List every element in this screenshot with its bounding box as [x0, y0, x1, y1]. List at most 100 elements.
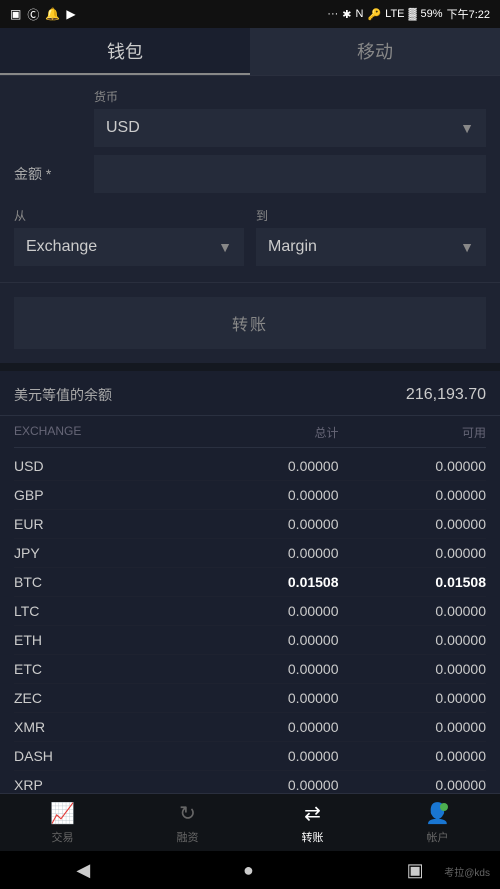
td-available: 0.00000: [339, 545, 487, 561]
td-total: 0.00000: [191, 487, 339, 503]
td-total: 0.00000: [191, 690, 339, 706]
td-available: 0.00000: [339, 632, 487, 648]
back-button[interactable]: ◀: [76, 860, 90, 881]
currency-chevron-icon: ▼: [460, 120, 474, 136]
td-available: 0.00000: [339, 748, 487, 764]
currency-row: 货币 USD ▼: [14, 88, 486, 147]
play-icon: ▶: [66, 7, 75, 21]
recent-button[interactable]: ▣: [407, 860, 424, 881]
td-available: 0.00000: [339, 661, 487, 677]
td-currency: ETH: [14, 632, 191, 648]
balance-value: 216,193.70: [406, 386, 486, 404]
section-divider: [0, 363, 500, 371]
table-row[interactable]: GBP0.000000.00000: [14, 481, 486, 510]
time-display: 下午7:22: [447, 6, 490, 22]
bell-icon: 🔔: [45, 7, 60, 21]
nav-label-account: 帐户: [427, 829, 449, 845]
table-row[interactable]: JPY0.000000.00000: [14, 539, 486, 568]
divider-line: [0, 415, 500, 416]
system-nav: ◀ ● ▣ 考拉@kds: [0, 851, 500, 889]
table-row[interactable]: USD0.000000.00000: [14, 452, 486, 481]
table-row[interactable]: EUR0.000000.00000: [14, 510, 486, 539]
nav-label-trade: 交易: [52, 829, 74, 845]
td-total: 0.00000: [191, 661, 339, 677]
td-total: 0.00000: [191, 632, 339, 648]
from-label: 从: [14, 207, 244, 224]
td-available: 0.00000: [339, 719, 487, 735]
watermark: 考拉@kds: [444, 864, 490, 879]
nfc-icon: N: [356, 8, 364, 20]
td-available: 0.00000: [339, 690, 487, 706]
nav-item-trade[interactable]: 📈 交易: [0, 794, 125, 851]
balance-section: 美元等值的余额 216,193.70: [0, 371, 500, 413]
tab-wallet[interactable]: 钱包: [0, 28, 250, 75]
key-icon: 🔑: [367, 8, 381, 21]
top-tab-bar: 钱包 移动: [0, 28, 500, 76]
battery-icon: ▓: [409, 8, 417, 20]
home-button[interactable]: ●: [243, 860, 254, 881]
to-column: 到 Margin ▼: [256, 207, 486, 266]
currency-label: 货币: [94, 88, 356, 105]
td-total: 0.00000: [191, 545, 339, 561]
td-total: 0.01508: [191, 574, 339, 590]
td-currency: ETC: [14, 661, 191, 677]
td-currency: EUR: [14, 516, 191, 532]
table-row[interactable]: XMR0.000000.00000: [14, 713, 486, 742]
to-select[interactable]: Margin ▼: [256, 228, 486, 266]
nav-label-transfer: 转账: [302, 829, 324, 845]
td-available: 0.00000: [339, 777, 487, 793]
th-available: 可用: [339, 424, 487, 441]
th-total: 总计: [191, 424, 339, 441]
td-available: 0.01508: [339, 574, 487, 590]
td-total: 0.00000: [191, 748, 339, 764]
signal-icon: LTE: [385, 8, 404, 20]
table-row[interactable]: DASH0.000000.00000: [14, 742, 486, 771]
td-currency: XMR: [14, 719, 191, 735]
app-icon: ▣: [10, 7, 21, 21]
td-total: 0.00000: [191, 458, 339, 474]
currency-value: USD: [106, 119, 140, 137]
td-currency: ZEC: [14, 690, 191, 706]
nav-item-transfer[interactable]: ⇄ 转账: [250, 794, 375, 851]
td-currency: BTC: [14, 574, 191, 590]
transfer-form: 货币 USD ▼ 金额 * 从 Exchange ▼ 到 Margin ▼: [0, 76, 500, 282]
status-bar: ▣ Ⓒ 🔔 ▶ ··· ✱ N 🔑 LTE ▓ 59% 下午7:22: [0, 0, 500, 28]
clock-icon: Ⓒ: [27, 6, 39, 23]
th-exchange-label: EXCHANGE: [14, 424, 191, 441]
table-row[interactable]: ZEC0.000000.00000: [14, 684, 486, 713]
td-currency: XRP: [14, 777, 191, 793]
amount-input[interactable]: [106, 165, 474, 183]
status-right-icons: ··· ✱ N 🔑 LTE ▓ 59% 下午7:22: [327, 6, 490, 22]
from-select[interactable]: Exchange ▼: [14, 228, 244, 266]
tab-mobile[interactable]: 移动: [250, 28, 500, 75]
transfer-button[interactable]: 转账: [14, 297, 486, 349]
currency-table: EXCHANGE 总计 可用 USD0.000000.00000GBP0.000…: [0, 418, 500, 800]
status-left-icons: ▣ Ⓒ 🔔 ▶: [10, 6, 76, 23]
transfer-button-section: 转账: [0, 282, 500, 363]
table-row[interactable]: ETC0.000000.00000: [14, 655, 486, 684]
amount-label: 金额 *: [14, 164, 94, 184]
bluetooth-icon: ✱: [342, 8, 351, 21]
balance-label: 美元等值的余额: [14, 385, 112, 405]
finance-icon: ↻: [179, 801, 196, 826]
td-total: 0.00000: [191, 603, 339, 619]
td-available: 0.00000: [339, 487, 487, 503]
amount-input-wrapper: [94, 155, 486, 193]
trade-icon: 📈: [50, 801, 75, 826]
dots-icon: ···: [327, 8, 338, 20]
nav-item-account[interactable]: 👤 帐户: [375, 794, 500, 851]
account-icon-wrap: 👤: [425, 801, 450, 826]
table-row[interactable]: LTC0.000000.00000: [14, 597, 486, 626]
currency-select[interactable]: USD ▼: [94, 109, 486, 147]
table-header: EXCHANGE 总计 可用: [14, 418, 486, 448]
table-row[interactable]: ETH0.000000.00000: [14, 626, 486, 655]
bottom-nav: 📈 交易 ↻ 融资 ⇄ 转账 👤 帐户: [0, 793, 500, 851]
table-row[interactable]: BTC0.015080.01508: [14, 568, 486, 597]
from-value: Exchange: [26, 238, 97, 256]
nav-item-finance[interactable]: ↻ 融资: [125, 794, 250, 851]
to-value: Margin: [268, 238, 317, 256]
td-currency: GBP: [14, 487, 191, 503]
to-chevron-icon: ▼: [460, 239, 474, 255]
td-total: 0.00000: [191, 777, 339, 793]
amount-row: 金额 *: [14, 155, 486, 193]
